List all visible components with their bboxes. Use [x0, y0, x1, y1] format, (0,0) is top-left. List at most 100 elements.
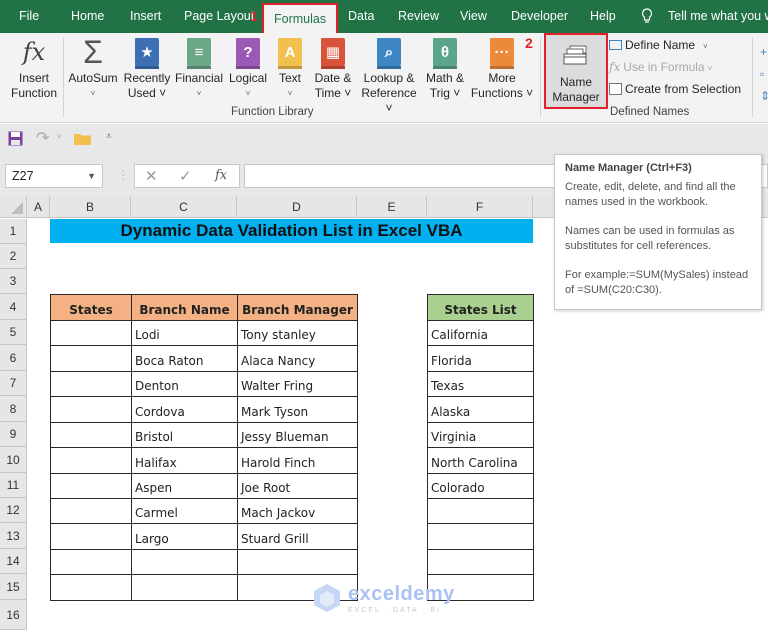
sheet-title[interactable]: Dynamic Data Validation List in Excel VB…: [50, 219, 533, 243]
table-cell[interactable]: Cordova: [131, 396, 238, 423]
tab-review[interactable]: Review: [398, 0, 439, 33]
table-cell[interactable]: Halifax: [131, 447, 238, 474]
customize-qat-icon[interactable]: ⩡: [106, 131, 112, 142]
states-list-item[interactable]: [427, 523, 534, 550]
column-header-e[interactable]: E: [357, 196, 427, 218]
table-cell[interactable]: Boca Raton: [131, 345, 238, 372]
row-header-5[interactable]: 5: [0, 320, 27, 345]
column-header-b[interactable]: B: [50, 196, 131, 218]
states-list-item[interactable]: North Carolina: [427, 447, 534, 474]
date-time-button[interactable]: ▦ Date & Time ˅: [310, 33, 356, 101]
table-cell[interactable]: [50, 320, 132, 346]
row-header-11[interactable]: 11: [0, 473, 27, 498]
table-cell[interactable]: Lodi: [131, 320, 238, 346]
recently-used-button[interactable]: ★ Recently Used ˅: [122, 33, 172, 101]
table-cell[interactable]: [131, 574, 238, 601]
column-header-a[interactable]: A: [27, 196, 50, 218]
insert-function-icon[interactable]: fx: [215, 168, 227, 183]
row-header-10[interactable]: 10: [0, 447, 27, 473]
row-header-7[interactable]: 7: [0, 371, 27, 396]
table-cell[interactable]: [237, 549, 358, 575]
tab-home[interactable]: Home: [71, 0, 104, 33]
row-header-3[interactable]: 3: [0, 269, 27, 294]
define-name-button[interactable]: Define Name ˅: [609, 35, 708, 55]
row-header-1[interactable]: 1: [0, 219, 27, 244]
states-list-header[interactable]: States List: [427, 294, 534, 321]
redo-icon[interactable]: ↷: [36, 128, 49, 148]
table-cell[interactable]: Joe Root: [237, 473, 358, 499]
column-header-f[interactable]: F: [427, 196, 533, 218]
table-cell[interactable]: [50, 396, 132, 423]
drag-handle[interactable]: ⋮: [117, 168, 129, 182]
save-icon[interactable]: [8, 131, 23, 146]
tell-me-search[interactable]: Tell me what you w: [668, 0, 768, 33]
open-folder-icon[interactable]: [74, 132, 91, 145]
tab-insert[interactable]: Insert: [130, 0, 161, 33]
table-cell[interactable]: Walter Fring: [237, 371, 358, 397]
enter-icon[interactable]: ✓: [179, 167, 192, 185]
row-header-14[interactable]: 14: [0, 549, 27, 574]
tab-formulas[interactable]: Formulas: [262, 3, 339, 33]
table-cell[interactable]: [50, 422, 132, 448]
states-list-item[interactable]: Texas: [427, 371, 534, 397]
lookup-reference-button[interactable]: ⌕ Lookup & Reference ˅: [358, 33, 420, 116]
use-in-formula-button[interactable]: fx Use in Formula ˅: [609, 57, 712, 77]
states-list-item[interactable]: Colorado: [427, 473, 534, 499]
row-header-13[interactable]: 13: [0, 523, 27, 549]
table-cell[interactable]: [50, 574, 132, 601]
redo-dropdown-icon[interactable]: ˅: [57, 132, 62, 141]
row-header-15[interactable]: 15: [0, 574, 27, 600]
table-header-cell[interactable]: States: [50, 294, 132, 321]
cancel-icon[interactable]: ✕: [145, 167, 158, 185]
table-cell[interactable]: Denton: [131, 371, 238, 397]
table-cell[interactable]: [50, 498, 132, 524]
table-cell[interactable]: [50, 523, 132, 550]
states-list-item[interactable]: [427, 549, 534, 575]
table-cell[interactable]: [50, 473, 132, 499]
table-cell[interactable]: Carmel: [131, 498, 238, 524]
table-cell[interactable]: [50, 549, 132, 575]
name-manager-button[interactable]: Name Manager: [544, 33, 608, 109]
chevron-down-icon[interactable]: ▼: [87, 165, 96, 187]
name-box[interactable]: Z27 ▼: [5, 164, 103, 188]
create-from-selection-button[interactable]: Create from Selection: [609, 79, 741, 99]
tab-help[interactable]: Help: [590, 0, 616, 33]
row-header-4[interactable]: 4: [0, 294, 27, 320]
tab-developer[interactable]: Developer: [511, 0, 568, 33]
row-header-9[interactable]: 9: [0, 422, 27, 447]
select-all-corner[interactable]: [0, 196, 27, 218]
table-header-cell[interactable]: Branch Name: [131, 294, 238, 321]
table-header-cell[interactable]: Branch Manager: [237, 294, 358, 321]
financial-button[interactable]: ≡ Financial ˅: [174, 33, 224, 101]
table-cell[interactable]: Jessy Blueman: [237, 422, 358, 448]
table-cell[interactable]: [131, 549, 238, 575]
autosum-button[interactable]: Σ AutoSum ˅: [66, 33, 120, 101]
row-header-2[interactable]: 2: [0, 244, 27, 269]
math-trig-button[interactable]: θ Math & Trig ˅: [422, 33, 468, 101]
table-cell[interactable]: [50, 371, 132, 397]
logical-button[interactable]: ? Logical ˅: [226, 33, 270, 101]
insert-function-button[interactable]: fx Insert Function: [6, 33, 62, 101]
column-header-d[interactable]: D: [237, 196, 357, 218]
formula-auditing-icons[interactable]: + ▫ ⇕: [760, 41, 768, 107]
states-list-item[interactable]: Florida: [427, 345, 534, 372]
tab-page-layout[interactable]: Page Layout: [184, 0, 254, 33]
table-cell[interactable]: [50, 447, 132, 474]
table-cell[interactable]: Alaca Nancy: [237, 345, 358, 372]
states-list-item[interactable]: [427, 498, 534, 524]
table-cell[interactable]: Stuard Grill: [237, 523, 358, 550]
column-header-c[interactable]: C: [131, 196, 237, 218]
table-cell[interactable]: Mach Jackov: [237, 498, 358, 524]
text-button[interactable]: A Text ˅: [272, 33, 308, 101]
table-cell[interactable]: Tony stanley: [237, 320, 358, 346]
table-cell[interactable]: [50, 345, 132, 372]
table-cell[interactable]: Mark Tyson: [237, 396, 358, 423]
states-list-item[interactable]: Alaska: [427, 396, 534, 423]
tab-file[interactable]: File: [19, 0, 39, 33]
row-header-8[interactable]: 8: [0, 396, 27, 422]
table-cell[interactable]: Bristol: [131, 422, 238, 448]
states-list-item[interactable]: Virginia: [427, 422, 534, 448]
table-cell[interactable]: Harold Finch: [237, 447, 358, 474]
tab-data[interactable]: Data: [348, 0, 374, 33]
row-header-12[interactable]: 12: [0, 498, 27, 523]
